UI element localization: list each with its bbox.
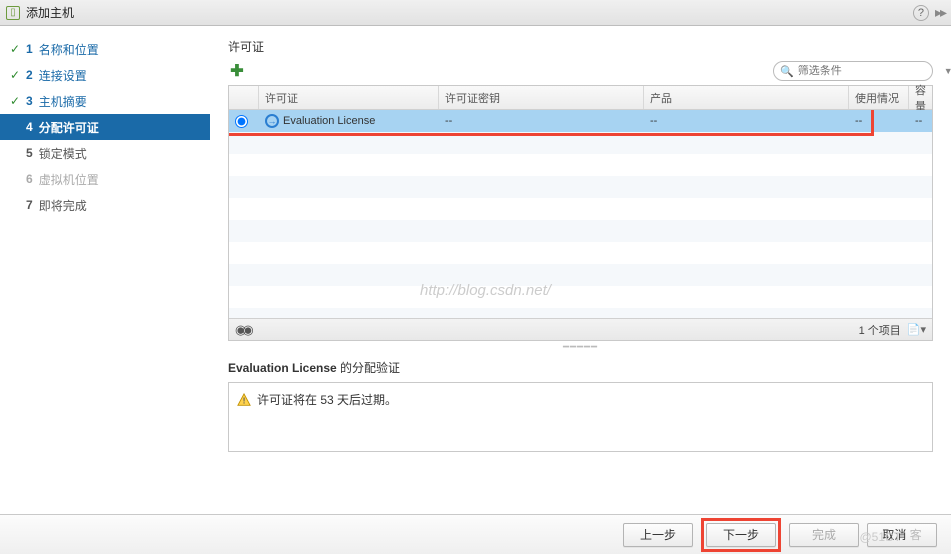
warning-icon: !: [237, 393, 251, 407]
plus-icon: ✚: [230, 61, 243, 81]
export-icon[interactable]: 📄▾: [907, 323, 926, 336]
step-label: 主机摘要: [39, 93, 87, 110]
license-name-label: Evaluation License: [228, 361, 337, 375]
wizard-step-3[interactable]: ✓3 主机摘要: [0, 88, 210, 114]
check-icon: ✓: [10, 42, 24, 56]
wizard-step-5: 5 锁定模式: [0, 140, 210, 166]
filter-input[interactable]: [798, 65, 940, 77]
col-name[interactable]: 许可证: [259, 86, 439, 109]
col-capacity[interactable]: 容量: [909, 86, 932, 109]
add-license-button[interactable]: ✚: [228, 62, 246, 80]
radio-input[interactable]: [235, 115, 248, 128]
check-icon: ✓: [10, 68, 24, 82]
row-radio[interactable]: [229, 110, 259, 132]
step-label: 连接设置: [39, 67, 87, 84]
step-label: 锁定模式: [39, 145, 87, 162]
cell-key: --: [439, 110, 644, 132]
step-label: 分配许可证: [39, 119, 99, 136]
step-label: 即将完成: [39, 197, 87, 214]
warning-text: 许可证将在 53 天后过期。: [257, 391, 397, 408]
wizard-step-1[interactable]: ✓1 名称和位置: [0, 36, 210, 62]
step-number: 6: [26, 172, 33, 186]
table-footer: ◉◉ 1 个项目 📄▾: [229, 318, 932, 340]
table-header: 许可证 许可证密钥 产品 使用情况 容量: [229, 86, 932, 110]
next-highlight: 下一步: [701, 518, 781, 552]
wizard-step-7: 7 即将完成: [0, 192, 210, 218]
titlebar: ▯ 添加主机 ? ▸▸: [0, 0, 951, 26]
splitter-handle[interactable]: ━━━━━: [228, 341, 933, 353]
assign-suffix: 的分配验证: [337, 361, 400, 375]
cell-usage: --: [849, 110, 909, 132]
step-label: 名称和位置: [39, 41, 99, 58]
assignment-title: Evaluation License 的分配验证: [228, 359, 933, 376]
table-body: →Evaluation License--------: [229, 110, 932, 342]
step-number: 2: [26, 68, 33, 82]
step-number: 4: [26, 120, 33, 134]
table-row: [229, 242, 932, 264]
assignment-box: ! 许可证将在 53 天后过期。: [228, 382, 933, 452]
finish-button: 完成: [789, 523, 859, 547]
content-area: 许可证 ✚ 🔍 ▼ 许可证 许可证密钥 产品 使用情况 容量 →Evaluati…: [210, 26, 951, 514]
table-row: [229, 198, 932, 220]
cell-name: →Evaluation License: [259, 110, 439, 132]
col-product[interactable]: 产品: [644, 86, 849, 109]
search-icon: 🔍: [780, 65, 794, 78]
table-row: [229, 154, 932, 176]
col-usage[interactable]: 使用情况: [849, 86, 909, 109]
table-row[interactable]: →Evaluation License--------: [229, 110, 932, 132]
svg-text:!: !: [243, 396, 246, 405]
back-button[interactable]: 上一步: [623, 523, 693, 547]
check-icon: ✓: [10, 94, 24, 108]
toolbar-row: ✚ 🔍 ▼: [228, 61, 933, 81]
filter-box[interactable]: 🔍 ▼: [773, 61, 933, 81]
table-row: [229, 220, 932, 242]
wizard-steps: ✓1名称和位置✓2连接设置✓3主机摘要4分配许可证5锁定模式6虚拟机位置7即将完…: [0, 26, 210, 514]
col-select: [229, 86, 259, 109]
table-row: [229, 132, 932, 154]
step-number: 5: [26, 146, 33, 160]
warning-row: ! 许可证将在 53 天后过期。: [237, 391, 924, 408]
wizard-buttons: 上一步 下一步 完成 @51CT 取消 客: [0, 514, 951, 554]
host-icon: ▯: [6, 6, 20, 20]
wizard-step-2[interactable]: ✓2 连接设置: [0, 62, 210, 88]
item-count: 1 个项目: [859, 322, 901, 338]
step-number: 3: [26, 94, 33, 108]
collapse-icon[interactable]: ▸▸: [935, 4, 945, 21]
table-row: [229, 176, 932, 198]
cancel-button[interactable]: 取消 客: [867, 523, 937, 547]
binoculars-icon[interactable]: ◉◉: [235, 322, 250, 338]
step-number: 7: [26, 198, 33, 212]
wizard-step-4: 4 分配许可证: [0, 114, 210, 140]
chevron-down-icon[interactable]: ▼: [944, 66, 951, 76]
cell-product: --: [644, 110, 849, 132]
cell-capacity: --: [909, 110, 932, 132]
next-button[interactable]: 下一步: [706, 523, 776, 547]
wizard-step-6: 6 虚拟机位置: [0, 166, 210, 192]
window-title: 添加主机: [26, 4, 74, 21]
step-number: 1: [26, 42, 33, 56]
table-row: [229, 286, 932, 308]
table-row: [229, 264, 932, 286]
help-icon[interactable]: ?: [913, 5, 929, 21]
section-title: 许可证: [228, 38, 933, 55]
license-table: 许可证 许可证密钥 产品 使用情况 容量 →Evaluation License…: [228, 85, 933, 341]
license-arrow-icon: →: [265, 114, 279, 128]
step-label: 虚拟机位置: [39, 171, 99, 188]
col-key[interactable]: 许可证密钥: [439, 86, 644, 109]
